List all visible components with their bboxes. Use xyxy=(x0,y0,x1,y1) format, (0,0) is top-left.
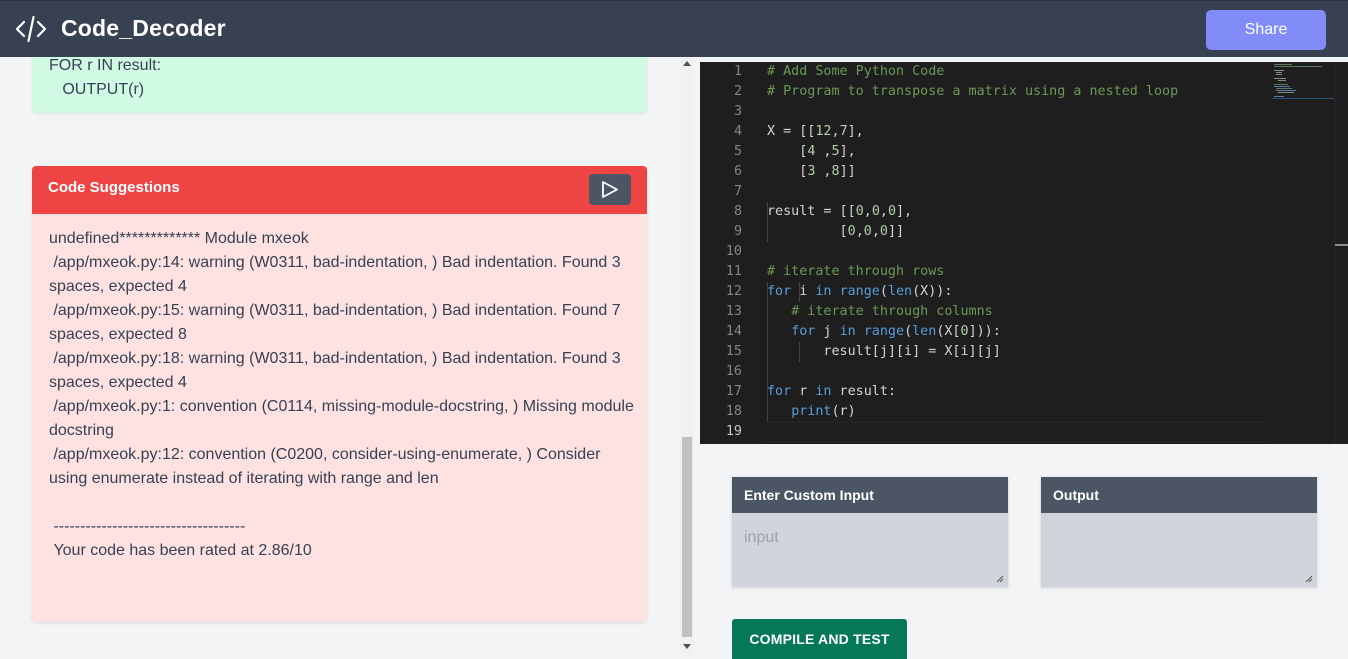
line-number: 12 xyxy=(725,284,742,299)
run-suggestions-button[interactable] xyxy=(589,174,631,205)
code-line[interactable]: for i in range(len(X)): xyxy=(767,282,952,302)
code-line[interactable]: # iterate through columns xyxy=(767,302,993,322)
left-panel: FOR r IN result: OUTPUT(r) Code Suggesti… xyxy=(0,57,680,656)
line-number: 14 xyxy=(725,324,742,339)
line-number: 17 xyxy=(725,384,742,399)
minimap-slider[interactable] xyxy=(1272,98,1334,99)
code-editor[interactable]: 1 2 3 4 5 6 7 8 9 10 11 12 13 14 15 16 1… xyxy=(700,62,1348,444)
app-header: Code_Decoder Share xyxy=(0,0,1348,57)
line-number: 6 xyxy=(733,164,742,179)
pseudocode-line: OUTPUT(r) xyxy=(49,81,145,98)
pseudocode-line: FOR r IN result: xyxy=(49,57,162,74)
line-number-active: 19 xyxy=(725,424,742,439)
code-line[interactable]: for j in range(len(X[0])): xyxy=(767,322,1001,342)
custom-input-field[interactable] xyxy=(732,513,1008,587)
code-line[interactable]: # Add Some Python Code xyxy=(767,62,944,82)
line-number: 9 xyxy=(733,224,742,239)
code-line[interactable]: for r in result: xyxy=(767,382,896,402)
code-line[interactable]: result = [[0,0,0], xyxy=(767,202,912,222)
line-number: 5 xyxy=(733,144,742,159)
line-number: 15 xyxy=(725,344,742,359)
editor-scrollbar-marker xyxy=(1335,244,1348,246)
line-number: 18 xyxy=(725,404,742,419)
code-line[interactable]: print(r) xyxy=(767,402,856,422)
custom-input-title: Enter Custom Input xyxy=(744,487,874,503)
code-suggestions-text: undefined************* Module mxeok /app… xyxy=(49,230,634,559)
pseudocode-box: FOR r IN result: OUTPUT(r) xyxy=(32,57,647,113)
line-number: 1 xyxy=(733,64,742,79)
resize-grip-icon[interactable] xyxy=(996,575,1004,583)
line-number-gutter: 1 2 3 4 5 6 7 8 9 10 11 12 13 14 15 16 1… xyxy=(700,62,748,444)
line-number: 13 xyxy=(725,304,742,319)
play-icon xyxy=(602,181,618,198)
scroll-down-arrow-icon[interactable] xyxy=(683,644,691,649)
custom-input-header: Enter Custom Input xyxy=(732,477,1008,513)
line-number: 16 xyxy=(725,364,742,379)
editor-minimap[interactable] xyxy=(1272,62,1336,444)
compile-and-test-button[interactable]: COMPILE AND TEST xyxy=(732,619,907,659)
line-number: 3 xyxy=(733,104,742,119)
line-number: 7 xyxy=(733,184,742,199)
scroll-up-arrow-icon[interactable] xyxy=(683,61,691,66)
code-line[interactable]: X = [[12,7], xyxy=(767,122,864,142)
line-number: 10 xyxy=(725,244,742,259)
share-button[interactable]: Share xyxy=(1206,10,1326,50)
line-number: 2 xyxy=(733,84,742,99)
code-line[interactable]: [4 ,5], xyxy=(767,142,855,162)
code-line[interactable]: # iterate through rows xyxy=(767,262,944,282)
output-card: Output xyxy=(1041,477,1317,587)
line-number: 8 xyxy=(733,204,742,219)
resize-grip-icon[interactable] xyxy=(1305,575,1313,583)
code-line[interactable]: result[j][i] = X[i][j] xyxy=(767,342,1000,362)
line-number: 4 xyxy=(733,124,742,139)
code-line[interactable]: [3 ,8]] xyxy=(767,162,855,182)
app-title: Code_Decoder xyxy=(61,15,226,41)
current-line-highlight xyxy=(767,422,1267,442)
code-line[interactable]: # Program to transpose a matrix using a … xyxy=(767,82,1178,102)
output-field[interactable] xyxy=(1041,513,1317,587)
scrollbar-thumb[interactable] xyxy=(682,437,692,637)
page-scrollbar[interactable] xyxy=(680,57,694,656)
custom-input-card: Enter Custom Input xyxy=(732,477,1008,587)
code-suggestions-title: Code Suggestions xyxy=(48,179,180,196)
code-line[interactable]: [0,0,0]] xyxy=(767,222,905,242)
code-brackets-icon xyxy=(15,15,47,43)
output-header: Output xyxy=(1041,477,1317,513)
line-number: 11 xyxy=(725,264,742,279)
code-suggestions-card: Code Suggestions undefined************* … xyxy=(32,166,647,622)
output-title: Output xyxy=(1053,487,1099,503)
code-suggestions-header: Code Suggestions xyxy=(32,166,647,214)
editor-scrollbar[interactable] xyxy=(1334,62,1348,444)
